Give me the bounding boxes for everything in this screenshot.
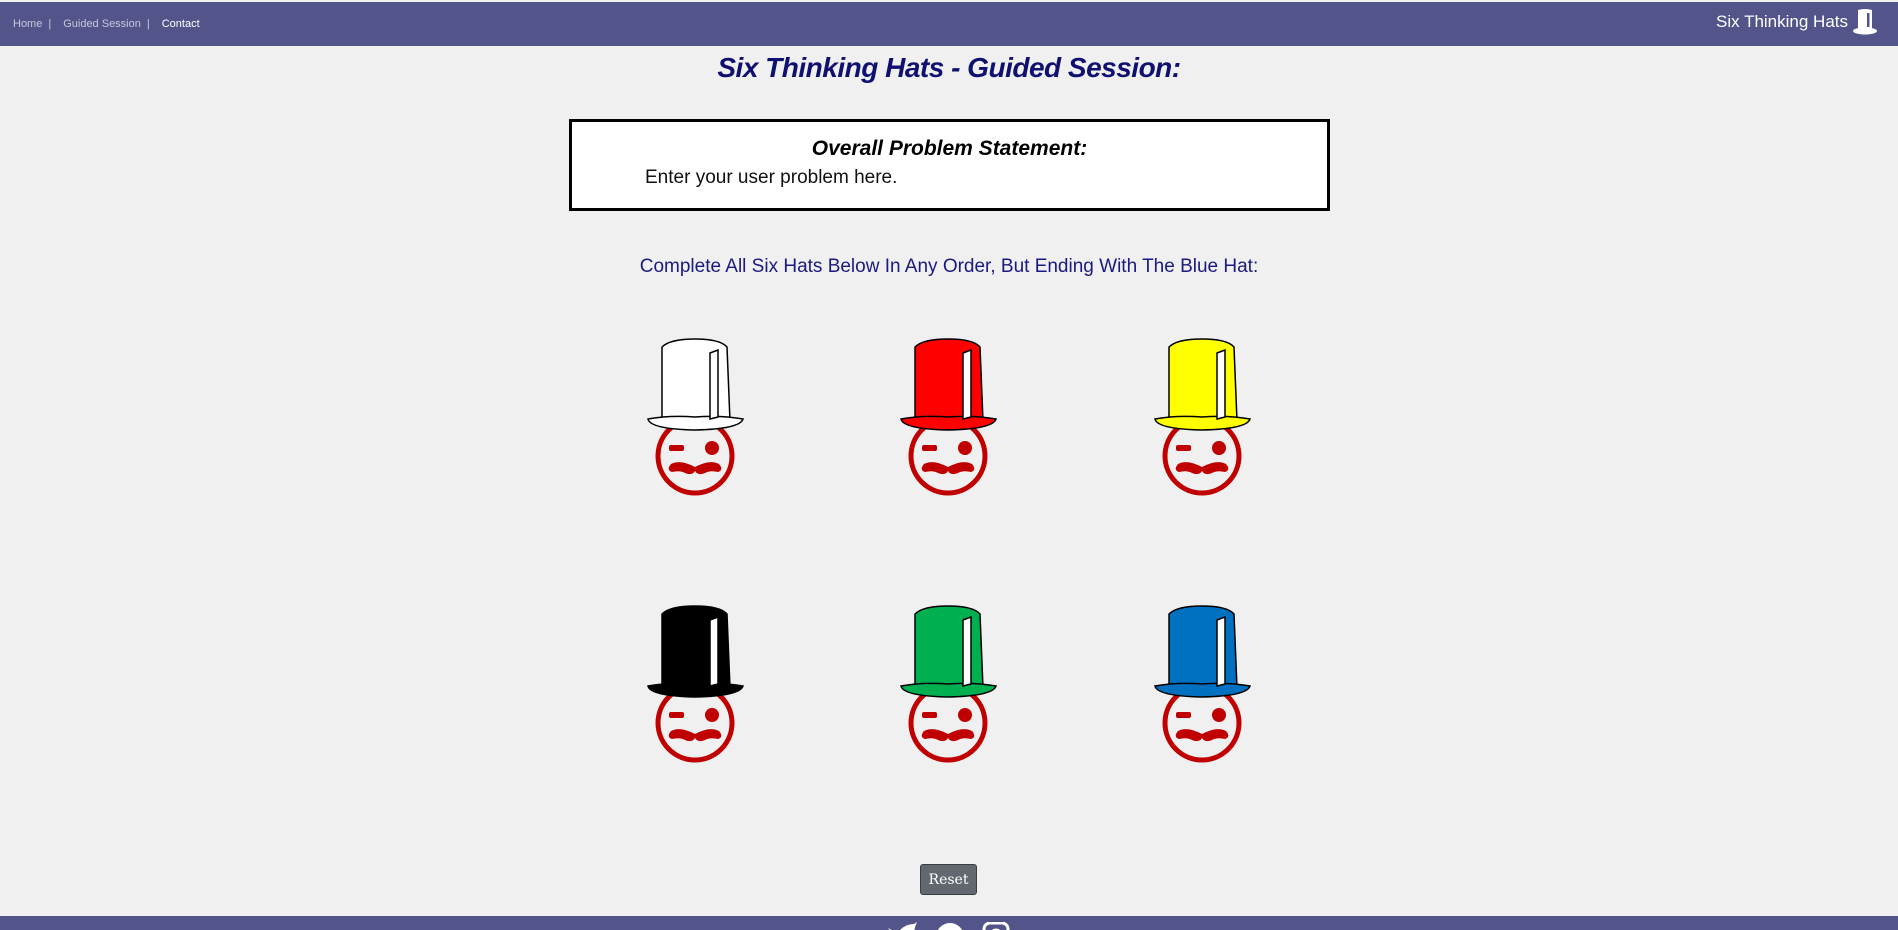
- black-hat-button[interactable]: [640, 600, 750, 770]
- problem-statement-text[interactable]: Enter your user problem here.: [645, 167, 897, 189]
- nav-link-contact[interactable]: Contact: [162, 18, 200, 30]
- nav-separator: |: [146, 18, 150, 30]
- green-hat-button[interactable]: [893, 600, 1003, 770]
- blue-hat-icon: [1154, 605, 1251, 763]
- nav-separator: |: [48, 18, 52, 30]
- white-hat-button[interactable]: [640, 333, 750, 503]
- page-title: Six Thinking Hats - Guided Session:: [717, 52, 1181, 83]
- nav-link-home[interactable]: Home: [13, 18, 42, 30]
- green-hat-icon: [900, 605, 997, 763]
- instructions-text: Complete All Six Hats Below In Any Order…: [639, 256, 1259, 277]
- brand-title: Six Thinking Hats: [1716, 12, 1848, 31]
- yellow-hat-button[interactable]: [1147, 333, 1257, 503]
- problem-statement-box: Overall Problem Statement: Enter your us…: [569, 119, 1330, 211]
- red-hat-icon: [900, 338, 997, 496]
- brand[interactable]: Six Thinking Hats: [1716, 8, 1878, 36]
- twitter-icon[interactable]: [886, 922, 918, 930]
- white-hat-icon: [647, 338, 744, 496]
- nav-links: Home | Guided Session | Contact: [13, 18, 206, 30]
- red-hat-button[interactable]: [893, 333, 1003, 503]
- black-hat-icon: [647, 605, 744, 763]
- top-hat-icon: [1853, 9, 1877, 35]
- navbar: Home | Guided Session | Contact Six Thin…: [0, 2, 1898, 46]
- blue-hat-button[interactable]: [1147, 600, 1257, 770]
- instagram-icon[interactable]: [982, 922, 1010, 930]
- yellow-hat-icon: [1154, 338, 1251, 496]
- footer: [0, 916, 1898, 930]
- nav-link-guided-session[interactable]: Guided Session: [63, 18, 141, 30]
- problem-statement-heading: Overall Problem Statement:: [811, 137, 1088, 160]
- reset-button[interactable]: Reset: [920, 864, 977, 895]
- pinterest-icon[interactable]: [935, 922, 965, 930]
